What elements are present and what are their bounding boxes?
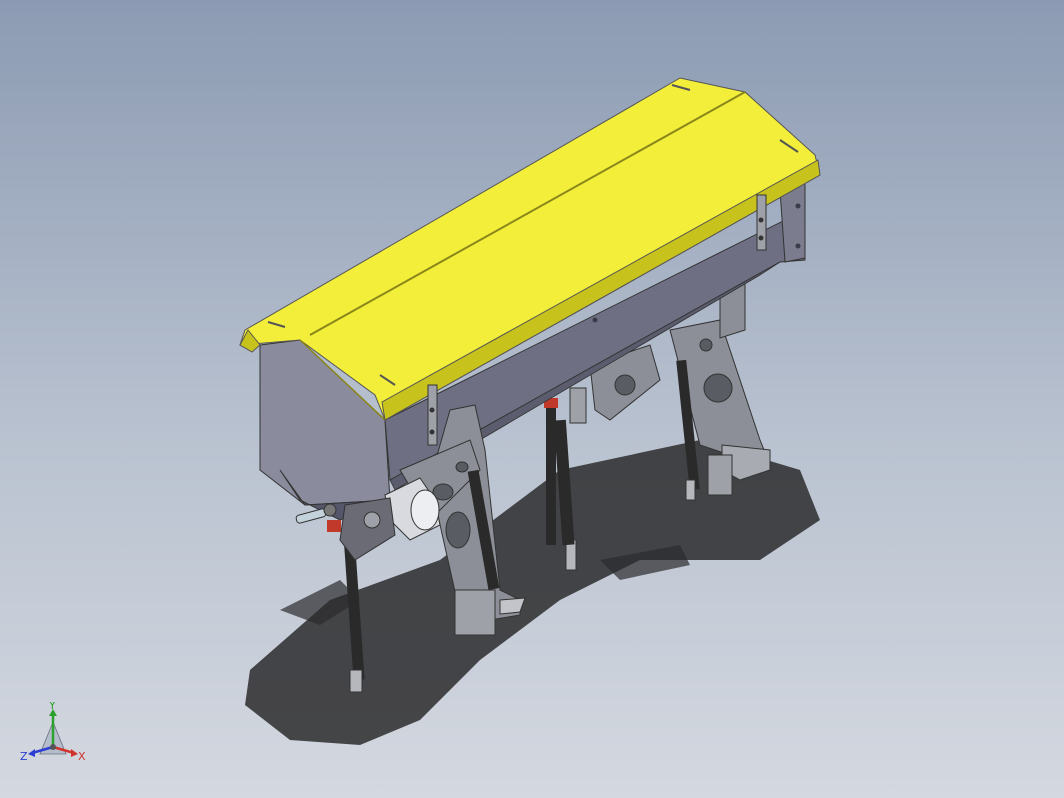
x-axis-label: X <box>78 750 86 763</box>
triad-origin <box>50 744 56 750</box>
3d-viewport[interactable]: Y X Z <box>0 0 1064 798</box>
cover-latch-left[interactable] <box>427 384 438 446</box>
x-arrow-icon <box>71 749 78 757</box>
y-axis-label: Y <box>48 702 56 712</box>
z-arrow-icon <box>28 749 35 757</box>
orientation-triad[interactable]: Y X Z <box>18 702 88 772</box>
cover-latch-right[interactable] <box>756 194 767 251</box>
z-axis-label: Z <box>20 750 28 763</box>
cad-model[interactable] <box>0 0 1064 798</box>
